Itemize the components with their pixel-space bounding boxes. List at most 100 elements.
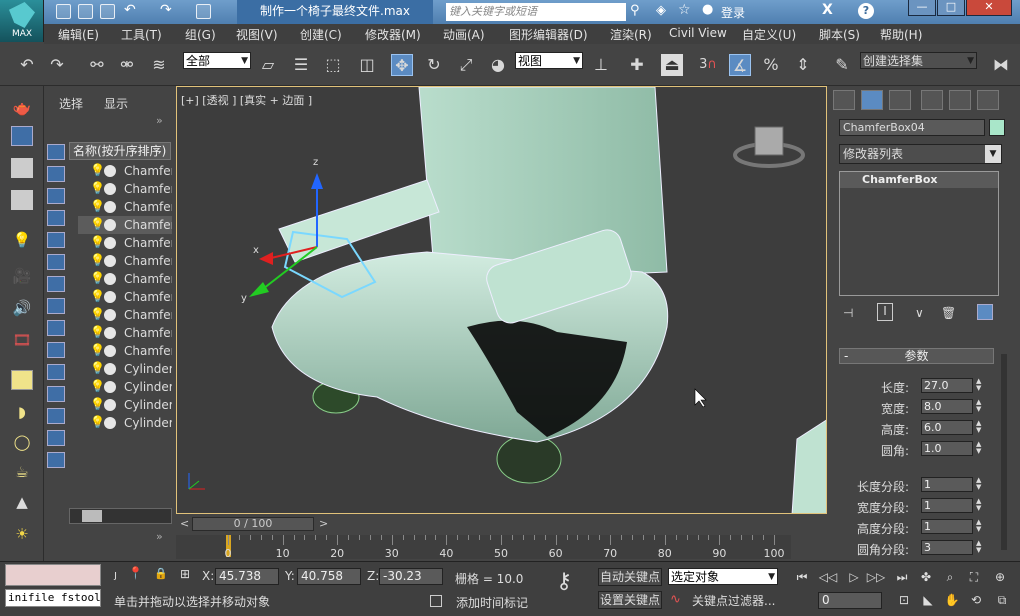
- command-panel-scrollbar[interactable]: [1001, 354, 1007, 550]
- minimize-button[interactable]: —: [908, 0, 936, 16]
- menu-help[interactable]: 帮助(H): [880, 26, 922, 43]
- menu-animation[interactable]: 动画(A): [443, 26, 485, 43]
- spinner-arrows-icon[interactable]: ▲ ▼: [976, 399, 985, 414]
- undo-icon[interactable]: ↶: [124, 2, 136, 18]
- project-folder-icon[interactable]: [196, 4, 211, 19]
- spinner-arrows-icon[interactable]: ▲ ▼: [976, 477, 985, 492]
- list-item[interactable]: 💡 ChamferBox05: [78, 234, 172, 252]
- snaps-toggle[interactable]: 3∩: [697, 54, 719, 76]
- list-item[interactable]: 💡 Cylinder004: [78, 414, 172, 432]
- display-none-icon[interactable]: [47, 364, 65, 380]
- display-tab-icon[interactable]: [949, 90, 971, 110]
- display-shapes-icon[interactable]: [47, 166, 65, 182]
- light-bulb-icon[interactable]: 💡: [90, 397, 105, 411]
- light-bulb-icon[interactable]: 💡: [90, 379, 105, 393]
- display-children-icon[interactable]: [47, 408, 65, 424]
- named-selection-dropdown[interactable]: 创建选择集: [860, 52, 977, 69]
- select-object-icon[interactable]: ▱: [257, 54, 279, 76]
- modifier-list-dropdown[interactable]: 修改器列表: [839, 144, 1002, 164]
- menu-rendering[interactable]: 渲染(R): [610, 26, 652, 43]
- visibility-icon[interactable]: [104, 381, 116, 393]
- light-bulb-icon[interactable]: 💡: [90, 271, 105, 285]
- link-icon[interactable]: ⚯: [86, 54, 108, 76]
- zoom-extents-all-icon[interactable]: ⊕: [990, 568, 1010, 586]
- segment-value-field[interactable]: 1: [921, 519, 973, 534]
- binoculars-icon[interactable]: ⚲: [630, 3, 640, 18]
- list-item[interactable]: 💡 ChamferBox07: [78, 270, 172, 288]
- segment-value-field[interactable]: 3: [921, 540, 973, 555]
- time-slider[interactable]: 0 / 100: [192, 517, 314, 531]
- app-logo[interactable]: MAX: [0, 0, 44, 42]
- save-file-icon[interactable]: [100, 4, 115, 19]
- list-item[interactable]: 💡 ChamferBox10: [78, 324, 172, 342]
- sun-light-icon[interactable]: ☀: [11, 524, 33, 544]
- segment-value-field[interactable]: 1: [921, 477, 973, 492]
- open-file-icon[interactable]: [78, 4, 93, 19]
- rect-selection-icon[interactable]: ⬚: [322, 54, 344, 76]
- menu-graph-editors[interactable]: 图形编辑器(D): [509, 26, 588, 43]
- display-geometry-icon[interactable]: [47, 144, 65, 160]
- previous-frame-icon[interactable]: ◁◁: [818, 568, 838, 586]
- tab-display[interactable]: 显示: [104, 95, 128, 112]
- menu-tools[interactable]: 工具(T): [121, 26, 162, 43]
- new-file-icon[interactable]: [56, 4, 71, 19]
- remove-modifier-icon[interactable]: 🗑: [941, 306, 956, 320]
- display-dependents-icon[interactable]: [47, 452, 65, 468]
- cone-primitive-icon[interactable]: ▲: [11, 492, 33, 512]
- parameters-rollout-header[interactable]: - 参数: [839, 348, 994, 364]
- object-color-swatch[interactable]: [989, 119, 1005, 136]
- visibility-icon[interactable]: [104, 219, 116, 231]
- display-all-icon[interactable]: [47, 342, 65, 358]
- angle-snap-toggle-icon[interactable]: ∡: [729, 54, 751, 76]
- current-frame-field[interactable]: 0: [818, 592, 882, 609]
- maxscript-input[interactable]: inifile fstool:: [5, 589, 101, 607]
- light-bulb-icon[interactable]: 💡: [90, 325, 105, 339]
- pin-stack-icon[interactable]: ⊣: [843, 306, 853, 320]
- display-cameras-icon[interactable]: [47, 210, 65, 226]
- material-editor-icon[interactable]: [11, 126, 33, 146]
- light-bulb-icon[interactable]: 💡: [90, 289, 105, 303]
- auto-key-button[interactable]: 自动关键点: [598, 568, 662, 586]
- key-mode-toggle-icon[interactable]: ✤: [916, 568, 936, 586]
- visibility-icon[interactable]: [104, 399, 116, 411]
- menu-customize[interactable]: 自定义(U): [742, 26, 796, 43]
- bind-space-warp-icon[interactable]: ≋: [148, 54, 170, 76]
- reference-coordinate-dropdown[interactable]: 视图: [515, 52, 583, 69]
- plane-primitive-icon[interactable]: [11, 370, 33, 390]
- tab-select[interactable]: 选择: [59, 95, 83, 112]
- list-item[interactable]: 💡 ChamferBox03: [78, 198, 172, 216]
- column-header-name[interactable]: 名称(按升序排序): [69, 142, 171, 160]
- visibility-icon[interactable]: [104, 237, 116, 249]
- key-selection-set-dropdown[interactable]: 选定对象: [668, 568, 778, 585]
- object-name-field[interactable]: ChamferBox04: [839, 119, 985, 136]
- play-icon[interactable]: ▷: [844, 568, 864, 586]
- motion-tab-icon[interactable]: [921, 90, 943, 110]
- visibility-icon[interactable]: [104, 183, 116, 195]
- visibility-icon[interactable]: [104, 345, 116, 357]
- unlink-icon[interactable]: ⚮: [116, 54, 138, 76]
- viewcube[interactable]: [733, 126, 805, 168]
- teapot-icon[interactable]: 🫖: [11, 98, 33, 118]
- list-item[interactable]: 💡 ChamferBox02: [78, 180, 172, 198]
- visibility-icon[interactable]: [104, 201, 116, 213]
- param-value-field[interactable]: 1.0: [921, 441, 973, 456]
- list-item[interactable]: 💡 Cylinder002: [78, 378, 172, 396]
- chair-model[interactable]: z x y: [177, 87, 827, 514]
- spinner-arrows-icon[interactable]: ▲ ▼: [976, 441, 985, 456]
- light-bulb-icon[interactable]: 💡: [90, 343, 105, 357]
- key-tangent-icon[interactable]: ∿: [670, 592, 681, 607]
- menu-group[interactable]: 组(G): [185, 26, 216, 43]
- perspective-viewport[interactable]: [+] [透视 ] [真实 + 边面 ] z x y: [176, 86, 827, 514]
- redo-icon[interactable]: ↷: [160, 2, 172, 18]
- select-manipulate-icon[interactable]: ✚: [626, 54, 648, 76]
- orbit-icon[interactable]: ⟲: [966, 591, 986, 609]
- visibility-icon[interactable]: [104, 309, 116, 321]
- set-key-button[interactable]: 设置关键点: [598, 591, 662, 609]
- redo-icon[interactable]: ↷: [46, 54, 68, 76]
- sphere-primitive-icon[interactable]: ◗: [11, 402, 33, 422]
- visibility-icon[interactable]: [104, 327, 116, 339]
- visibility-icon[interactable]: [104, 273, 116, 285]
- communication-icon[interactable]: ◈: [656, 3, 666, 18]
- spinner-arrows-icon[interactable]: ▲ ▼: [976, 540, 985, 555]
- render-frame-icon[interactable]: 🎞: [11, 330, 33, 350]
